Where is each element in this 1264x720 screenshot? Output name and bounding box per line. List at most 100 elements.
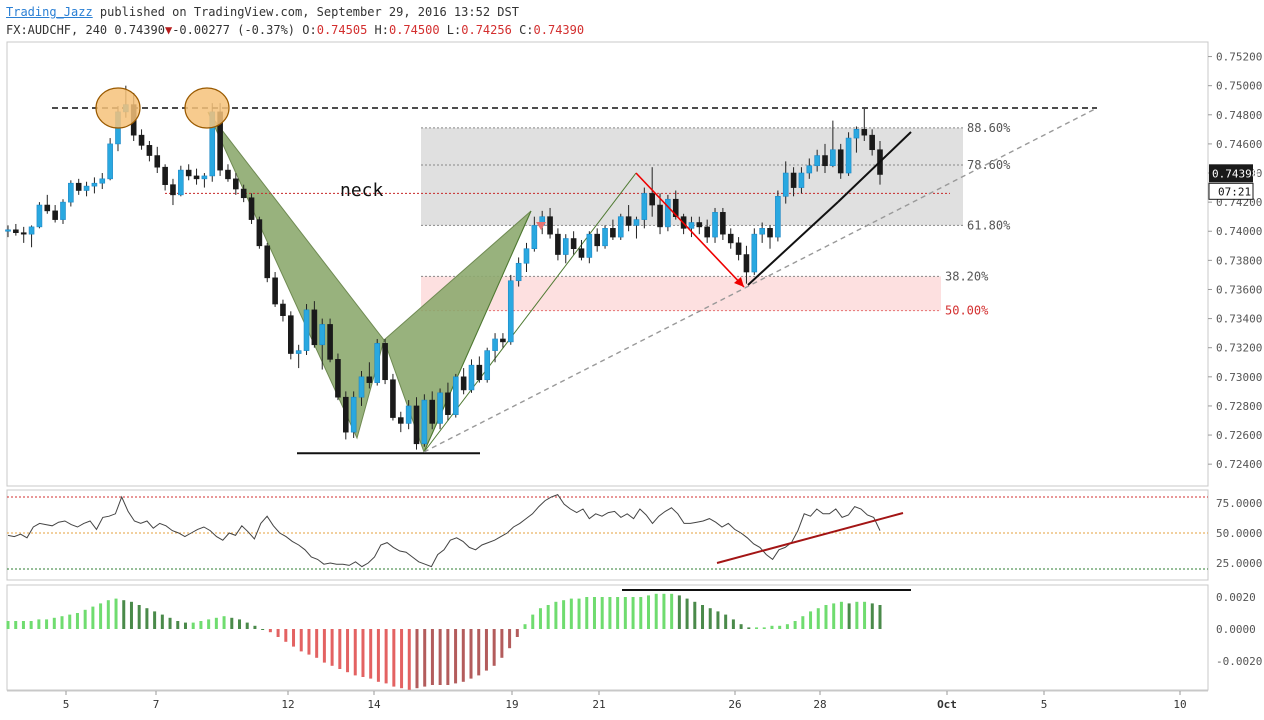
oscillator-pane-frame bbox=[6, 584, 1209, 691]
candle-body bbox=[405, 405, 412, 424]
countdown-badge-text: 07:21 bbox=[1218, 185, 1251, 198]
candle-body bbox=[390, 379, 396, 418]
neck-label: neck bbox=[340, 180, 384, 201]
price-tick-label: 0.73800 bbox=[1216, 254, 1262, 267]
oscillator-bar bbox=[770, 625, 774, 629]
candle-body bbox=[397, 417, 404, 424]
candle-body bbox=[657, 204, 663, 228]
candle-body bbox=[484, 350, 491, 381]
oscillator-bar bbox=[191, 622, 195, 629]
candle-body bbox=[531, 225, 538, 250]
fib-level-label: 38.20% bbox=[945, 269, 989, 283]
candle-body bbox=[861, 129, 868, 136]
oscillator-bar bbox=[832, 603, 836, 629]
oscillator-bar bbox=[29, 621, 33, 629]
oscillator-bar bbox=[878, 605, 882, 629]
oscillator-bar bbox=[68, 614, 72, 629]
candle-body bbox=[798, 172, 805, 188]
oscillator-bar bbox=[484, 629, 488, 671]
rsi-line bbox=[7, 493, 881, 568]
time-tick-label: 28 bbox=[813, 698, 826, 711]
rsi-tick-label: 75.0000 bbox=[1216, 497, 1262, 510]
oscillator-bar bbox=[608, 597, 612, 629]
candle-body bbox=[233, 178, 239, 190]
oscillator-bar bbox=[531, 614, 535, 629]
oscillator-bar bbox=[145, 608, 149, 629]
oscillator-bar bbox=[268, 629, 272, 633]
oscillator-bar bbox=[546, 605, 550, 629]
candle-body bbox=[460, 376, 467, 391]
oscillator-bar bbox=[855, 601, 859, 629]
rsi-tick-label: 50.0000 bbox=[1216, 527, 1262, 540]
oscillator-bar bbox=[168, 617, 172, 629]
oscillator-bar bbox=[654, 593, 658, 629]
oscillator-bar bbox=[785, 624, 789, 629]
oscillator-bar bbox=[238, 619, 242, 629]
candle-body bbox=[555, 233, 561, 255]
oscillator-bar bbox=[60, 616, 64, 629]
fib-level-label: 50.00% bbox=[945, 304, 989, 318]
oscillator-bar bbox=[214, 617, 218, 629]
oscillator-bar bbox=[106, 600, 110, 629]
candle-body bbox=[845, 137, 852, 174]
oscillator-bar bbox=[600, 597, 604, 629]
last-price-badge-text: 0.74398 bbox=[1212, 167, 1258, 180]
price-tick-label: 0.73600 bbox=[1216, 283, 1262, 296]
oscillator-tick-label: 0.0000 bbox=[1216, 623, 1256, 636]
candle-body bbox=[28, 226, 35, 235]
candle-body bbox=[272, 277, 278, 305]
oscillator-bar bbox=[91, 606, 95, 629]
candle-body bbox=[492, 338, 498, 351]
candle-body bbox=[806, 165, 813, 174]
candle-body bbox=[617, 216, 624, 238]
candle-body bbox=[602, 228, 608, 247]
oscillator-bar bbox=[114, 598, 118, 629]
candle-body bbox=[507, 280, 514, 343]
oscillator-bar bbox=[677, 595, 681, 629]
oscillator-bar bbox=[423, 629, 427, 687]
candle-body bbox=[610, 228, 616, 238]
oscillator-bar bbox=[315, 629, 319, 658]
oscillator-bar bbox=[160, 614, 164, 629]
oscillator-bar bbox=[701, 605, 705, 629]
price-tick-label: 0.75200 bbox=[1216, 51, 1262, 64]
oscillator-bar bbox=[392, 629, 396, 687]
oscillator-bar bbox=[500, 629, 504, 658]
oscillator-bar bbox=[37, 619, 41, 629]
oscillator-bar bbox=[569, 598, 573, 629]
candle-body bbox=[625, 216, 632, 226]
candle-body bbox=[586, 233, 593, 258]
time-tick-label: 10 bbox=[1173, 698, 1186, 711]
candle-body bbox=[665, 198, 671, 228]
candle-body bbox=[319, 324, 326, 346]
oscillator-bar bbox=[137, 605, 141, 629]
chart-canvas[interactable]: 0.752000.750000.748000.746000.744000.742… bbox=[0, 0, 1264, 720]
oscillator-bar bbox=[183, 622, 187, 629]
oscillator-bar bbox=[562, 600, 566, 629]
oscillator-bar bbox=[646, 595, 650, 629]
oscillator-bar bbox=[407, 629, 411, 690]
oscillator-bar bbox=[762, 627, 766, 629]
oscillator-bar bbox=[801, 616, 805, 629]
candle-body bbox=[814, 155, 820, 167]
oscillator-bar bbox=[83, 609, 87, 629]
oscillator-bar bbox=[492, 629, 496, 666]
oscillator-bar bbox=[577, 598, 581, 629]
oscillator-bar bbox=[623, 597, 627, 629]
oscillator-bar bbox=[376, 629, 380, 682]
time-tick-label: 7 bbox=[153, 698, 160, 711]
oscillator-bar bbox=[631, 597, 635, 629]
candle-body bbox=[727, 233, 734, 244]
candle-body bbox=[52, 210, 58, 220]
candle-body bbox=[413, 405, 420, 445]
candle-body bbox=[68, 182, 74, 203]
oscillator-bar bbox=[747, 627, 751, 629]
oscillator-bar bbox=[693, 601, 697, 629]
time-tick-label: 5 bbox=[1041, 698, 1048, 711]
oscillator-bar bbox=[755, 627, 759, 629]
candle-body bbox=[264, 245, 271, 279]
oscillator-bar bbox=[685, 598, 689, 629]
candle-body bbox=[44, 204, 51, 212]
candle-body bbox=[704, 226, 710, 238]
time-tick-label: 26 bbox=[728, 698, 741, 711]
